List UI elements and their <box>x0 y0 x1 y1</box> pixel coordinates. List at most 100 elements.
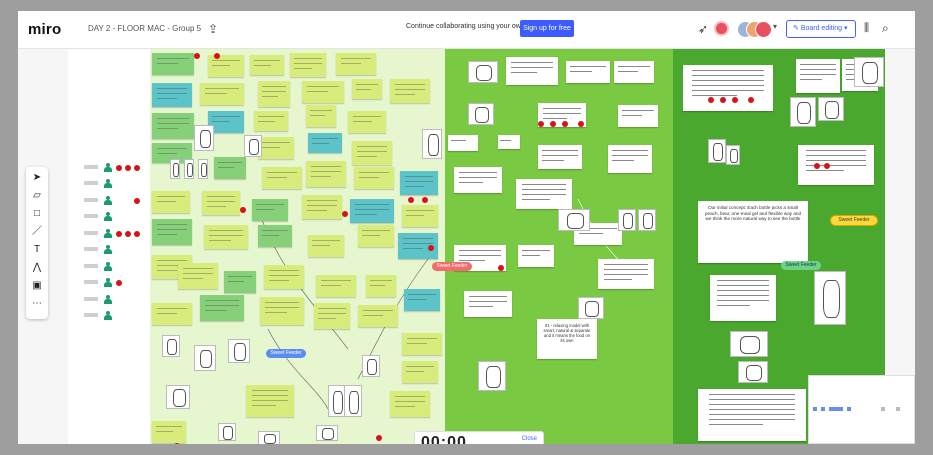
sketch-image[interactable] <box>170 159 180 179</box>
sticky-note[interactable] <box>202 191 240 215</box>
sketch-image[interactable] <box>814 271 846 325</box>
more-tools-icon[interactable]: ⋯ <box>26 295 48 313</box>
sketch-image[interactable] <box>638 209 656 231</box>
sticky-note[interactable] <box>402 361 438 383</box>
label-tag[interactable]: Sweet Feeder <box>781 261 821 270</box>
sketch-image[interactable] <box>362 355 380 377</box>
sticky-note[interactable] <box>402 333 442 355</box>
vote-dot[interactable] <box>376 435 382 441</box>
vote-dot[interactable] <box>240 207 246 213</box>
sticky-note[interactable] <box>258 137 294 159</box>
sticky-note[interactable] <box>152 53 194 75</box>
sticky-note[interactable] <box>336 53 376 75</box>
search-icon[interactable]: ⌕ <box>882 21 889 36</box>
text-card[interactable] <box>698 389 806 441</box>
sketch-image[interactable] <box>316 425 338 441</box>
vote-dot[interactable] <box>498 265 504 271</box>
text-card[interactable] <box>608 145 652 173</box>
sketch-image[interactable] <box>194 125 214 151</box>
sticky-note[interactable] <box>250 55 284 75</box>
sketch-image[interactable] <box>218 423 236 441</box>
collaborators-avatars[interactable] <box>737 21 772 38</box>
sticky-note[interactable] <box>200 83 244 105</box>
pen-icon[interactable]: ／ <box>26 223 48 241</box>
vote-dot[interactable] <box>538 121 544 127</box>
text-card[interactable] <box>710 275 776 321</box>
board-title[interactable]: DAY 2 - FLOOR MAC - Group 5 <box>88 24 201 33</box>
sticky-note[interactable] <box>350 199 394 223</box>
text-card[interactable] <box>506 57 558 85</box>
sticky-note[interactable] <box>208 55 244 77</box>
sketch-image[interactable] <box>578 297 604 319</box>
vote-dot[interactable] <box>422 197 428 203</box>
sticky-note[interactable] <box>390 79 430 103</box>
sticky-note[interactable] <box>352 79 382 99</box>
text-card[interactable] <box>498 135 520 149</box>
sticky-note[interactable] <box>204 225 248 249</box>
sticky-note[interactable] <box>252 199 288 221</box>
label-tag[interactable]: Sweet Feeder <box>830 215 878 226</box>
sticky-note[interactable] <box>152 421 186 443</box>
select-icon[interactable]: ➤ <box>26 169 48 187</box>
shape-icon[interactable]: □ <box>26 205 48 223</box>
sketch-image[interactable] <box>166 385 190 409</box>
sketch-image[interactable] <box>854 57 884 87</box>
sticky-note[interactable] <box>302 195 342 219</box>
zoom-slider[interactable] <box>829 407 843 411</box>
sticky-note[interactable] <box>402 205 438 227</box>
sketch-image[interactable] <box>726 145 740 165</box>
avatar[interactable] <box>755 21 772 38</box>
timer-close-button[interactable]: Close <box>522 436 537 442</box>
vote-dot[interactable] <box>408 197 414 203</box>
avatar[interactable] <box>714 21 729 36</box>
sticky-note[interactable] <box>302 81 344 103</box>
sketch-image[interactable] <box>422 129 442 159</box>
vote-dot[interactable] <box>342 211 348 217</box>
vote-dot[interactable] <box>732 97 738 103</box>
sticky-note[interactable] <box>152 219 192 245</box>
miro-logo[interactable]: miro <box>28 21 61 38</box>
text-card[interactable] <box>518 245 554 267</box>
concept-card[interactable]: 01 - relaxing model with smart, natural … <box>537 319 597 359</box>
sticky-note[interactable] <box>400 171 438 195</box>
sketch-image[interactable] <box>708 139 726 163</box>
sticky-note[interactable] <box>348 111 386 133</box>
sketch-image[interactable] <box>184 159 194 179</box>
sticky-note[interactable] <box>366 275 396 297</box>
text-card[interactable] <box>516 179 572 209</box>
concept-card[interactable]: Our initial concept: Each bottle picks a… <box>698 201 808 263</box>
sketch-image[interactable] <box>468 103 494 125</box>
sticky-note[interactable] <box>358 305 398 327</box>
sticky-note-icon[interactable]: ▱ <box>26 187 48 205</box>
text-card[interactable] <box>464 291 512 317</box>
vote-dot[interactable] <box>720 97 726 103</box>
sticky-note[interactable] <box>224 271 256 293</box>
sticky-note[interactable] <box>306 161 346 187</box>
sticky-note[interactable] <box>258 81 290 107</box>
sketch-image[interactable] <box>558 209 590 231</box>
vote-dot[interactable] <box>214 53 220 59</box>
vote-dot[interactable] <box>824 163 830 169</box>
sketch-image[interactable] <box>344 385 362 417</box>
sticky-note[interactable] <box>258 225 292 247</box>
sticky-note[interactable] <box>314 303 350 329</box>
text-card[interactable] <box>618 105 658 127</box>
sketch-image[interactable] <box>244 135 262 157</box>
zoom-controls[interactable] <box>811 404 911 414</box>
text-card[interactable] <box>566 61 610 83</box>
sticky-note[interactable] <box>404 289 440 311</box>
sketch-image[interactable] <box>478 361 506 391</box>
text-card[interactable] <box>683 65 773 111</box>
cursor-icon[interactable]: ➶ <box>698 22 708 36</box>
text-card[interactable] <box>614 61 654 83</box>
frame-icon[interactable]: ▣ <box>26 277 48 295</box>
sticky-note[interactable] <box>200 295 244 321</box>
vote-dot[interactable] <box>708 97 714 103</box>
sketch-image[interactable] <box>162 335 180 357</box>
sticky-note[interactable] <box>254 111 288 131</box>
sticky-note[interactable] <box>358 225 394 247</box>
text-card[interactable] <box>796 59 840 93</box>
timer-widget[interactable]: 00:00 Close <box>414 431 544 444</box>
sketch-image[interactable] <box>198 159 208 179</box>
signup-button[interactable]: Sign up for free <box>520 20 574 37</box>
